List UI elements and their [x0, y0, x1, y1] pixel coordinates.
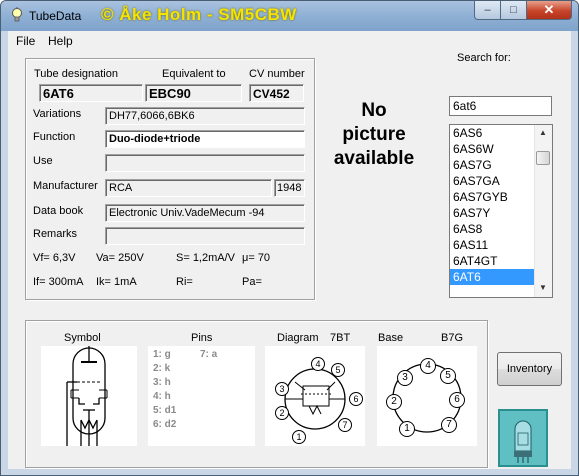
- year-field[interactable]: 1948: [274, 179, 305, 197]
- pin-number-badge: 7: [441, 417, 457, 433]
- pin-entry: 3: h: [153, 377, 171, 388]
- cv-field[interactable]: CV452: [249, 84, 304, 102]
- menu-file[interactable]: File: [16, 34, 35, 48]
- diagram-box: 12 3 45 6 7: [265, 346, 365, 446]
- menu-bar: File Help: [8, 31, 571, 51]
- use-label: Use: [33, 155, 53, 167]
- placeholder-line: picture: [342, 124, 406, 145]
- diagram-label: Diagram: [277, 332, 319, 344]
- pin-number-badge: 4: [311, 357, 325, 371]
- base-code: B7G: [441, 332, 464, 344]
- app-window: TubeData © Åke Holm - SM5CBW – □ ✕ File …: [0, 0, 579, 476]
- maximize-button[interactable]: □: [500, 1, 527, 20]
- inventory-button[interactable]: Inventory: [497, 352, 562, 386]
- symbol-label: Symbol: [64, 332, 101, 344]
- base-box: 1 2 345 6 7: [377, 346, 477, 446]
- tube-symbol-icon: [66, 346, 108, 446]
- vf-value: Vf= 6,3V: [33, 252, 76, 264]
- menu-help[interactable]: Help: [48, 34, 73, 48]
- symbol-box: [41, 346, 137, 446]
- placeholder-line: available: [333, 148, 415, 169]
- picture-placeholder: No picture available: [324, 99, 424, 171]
- pin-number-badge: 2: [275, 406, 289, 420]
- equivalent-field[interactable]: EBC90: [145, 84, 242, 102]
- remarks-label: Remarks: [33, 228, 78, 240]
- designation-label: Tube designation: [34, 68, 118, 80]
- placeholder-line: No: [361, 100, 387, 121]
- base-label: Base: [378, 332, 404, 344]
- maximize-icon: □: [510, 4, 517, 16]
- client-area: File Help Tube designation Equivalent to…: [8, 31, 571, 469]
- list-scrollbar[interactable]: ▲ ▼: [534, 125, 552, 297]
- designation-field[interactable]: 6AT6: [39, 84, 143, 102]
- ik-value: Ik= 1mA: [96, 276, 137, 288]
- mu-value: μ= 70: [242, 252, 271, 264]
- variations-label: Variations: [33, 108, 82, 120]
- tube-listbox[interactable]: 6AS6 6AS6W 6AS7G 6AS7GA 6AS7GYB 6AS7Y 6AS8 6AS1…: [449, 124, 553, 298]
- close-icon: ✕: [543, 2, 555, 17]
- author-credit: © Åke Holm - SM5CBW: [101, 5, 297, 24]
- diagram-code: 7BT: [330, 332, 351, 344]
- pin-number-badge: 3: [275, 382, 289, 396]
- s-value: S= 1,2mA/V: [176, 252, 236, 264]
- main-content: Tube designation Equivalent to CV number…: [8, 51, 571, 469]
- pin-number-badge: 1: [399, 421, 415, 437]
- search-label: Search for:: [457, 52, 511, 64]
- if-value: If= 300mA: [33, 276, 84, 288]
- use-field[interactable]: [105, 154, 305, 172]
- pin-entry: 2: k: [153, 363, 171, 374]
- pin-number-badge: 6: [349, 392, 363, 406]
- va-value: Va= 250V: [96, 252, 144, 264]
- scroll-thumb[interactable]: [536, 151, 550, 165]
- remarks-field[interactable]: [105, 227, 305, 245]
- databook-field[interactable]: Electronic Univ.VadeMecum -94: [105, 204, 305, 222]
- pin-number-badge: 5: [440, 368, 456, 384]
- pin-entry: 7: a: [200, 349, 218, 360]
- function-label: Function: [33, 131, 76, 143]
- minimize-icon: –: [484, 4, 491, 16]
- pin-number-badge: 2: [386, 394, 402, 410]
- manufacturer-field[interactable]: RCA: [105, 179, 272, 197]
- search-input[interactable]: [449, 96, 552, 116]
- function-field[interactable]: Duo-diode+triode: [105, 130, 305, 148]
- pin-number-badge: 5: [331, 363, 345, 377]
- pin-number-badge: 4: [420, 358, 436, 374]
- pin-number-badge: 1: [292, 430, 306, 444]
- equivalent-label: Equivalent to: [162, 68, 226, 80]
- pin-entry: 6: d2: [153, 419, 177, 430]
- pin-number-badge: 3: [397, 370, 413, 386]
- ri-value: Ri=: [176, 276, 193, 288]
- close-button[interactable]: ✕: [526, 1, 572, 20]
- pin-number-badge: 6: [449, 392, 465, 408]
- pin-entry: 1: g: [153, 349, 171, 360]
- cv-label: CV number: [249, 68, 305, 80]
- pins-label: Pins: [191, 332, 213, 344]
- tube-logo-icon: [498, 409, 548, 467]
- pin-number-badge: 7: [338, 418, 352, 432]
- minimize-button[interactable]: –: [474, 1, 501, 20]
- manufacturer-label: Manufacturer: [33, 180, 98, 192]
- pin-entry: 4: h: [153, 391, 171, 402]
- variations-field[interactable]: DH77,6066,6BK6: [105, 107, 305, 125]
- lightbulb-icon: [12, 7, 22, 22]
- window-title: TubeData: [29, 9, 82, 23]
- scroll-up-icon[interactable]: ▲: [539, 128, 547, 137]
- pins-box: 1: g 2: k 3: h 4: h 5: d1 6: d2 7: a: [148, 346, 255, 446]
- pa-value: Pa=: [242, 276, 262, 288]
- pin-entry: 5: d1: [153, 405, 177, 416]
- title-bar[interactable]: TubeData © Åke Holm - SM5CBW – □ ✕: [1, 1, 578, 31]
- databook-label: Data book: [33, 205, 84, 217]
- scroll-down-icon[interactable]: ▼: [539, 283, 547, 292]
